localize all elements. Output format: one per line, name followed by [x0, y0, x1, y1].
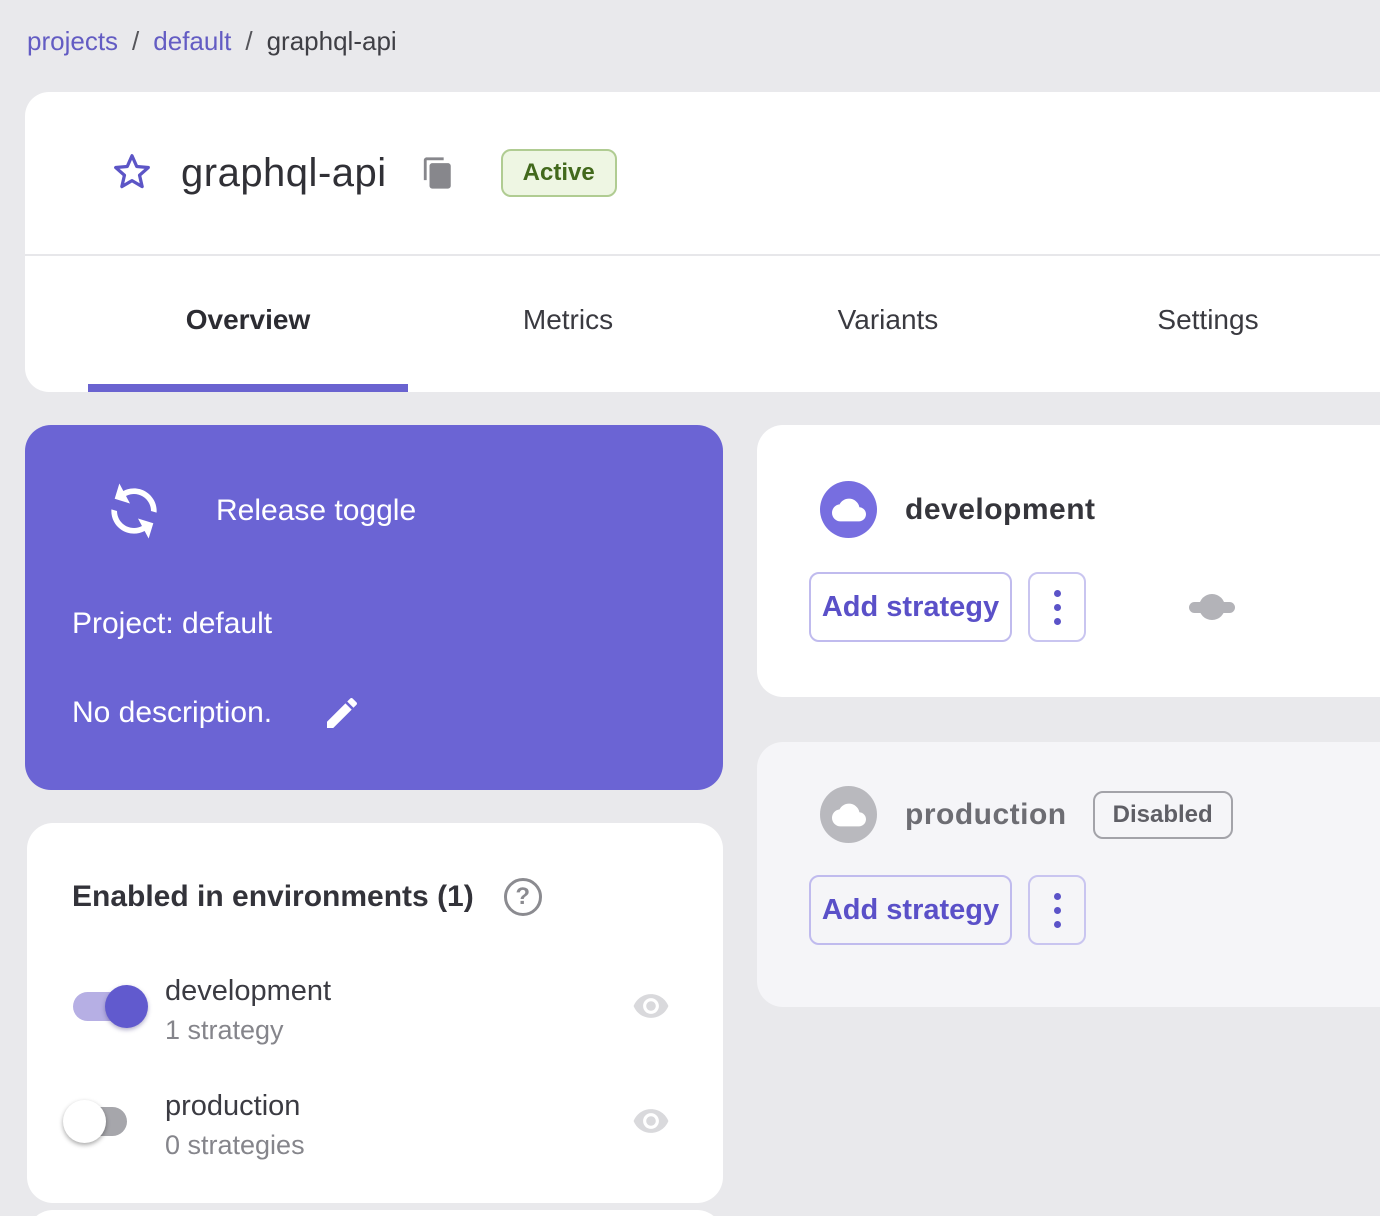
- enabled-environments-panel: Enabled in environments (1) ? developmen…: [27, 823, 723, 1203]
- tab-settings[interactable]: Settings: [1048, 256, 1368, 384]
- breadcrumb-separator: /: [132, 26, 140, 56]
- help-icon[interactable]: ?: [503, 878, 542, 916]
- environment-strategy-count: 1 strategy: [165, 1015, 284, 1045]
- add-strategy-button[interactable]: Add strategy: [809, 572, 1012, 642]
- kebab-icon: [1053, 892, 1061, 900]
- feature-type-row: Release toggle: [100, 477, 416, 545]
- environment-menu-button[interactable]: [1028, 572, 1086, 642]
- visibility-eye-icon: [627, 987, 675, 1025]
- environment-card-production: production Disabled Add strategy: [757, 742, 1380, 1007]
- environment-toggle-development[interactable]: [1189, 591, 1235, 623]
- active-tab-indicator: [88, 384, 408, 392]
- environment-name: production: [905, 797, 1067, 831]
- tab-overview[interactable]: Overview: [88, 256, 408, 384]
- favorite-button[interactable]: [109, 150, 155, 196]
- environment-actions: Add strategy: [809, 572, 1086, 642]
- environment-switch-development[interactable]: [73, 985, 148, 1028]
- environment-row-name: development: [165, 975, 332, 1007]
- breadcrumb-projects-link[interactable]: projects: [27, 26, 118, 57]
- feature-summary-card: Release toggle Project: default No descr…: [25, 425, 723, 790]
- next-panel-peek: [27, 1210, 723, 1216]
- environment-actions: Add strategy: [809, 875, 1086, 945]
- feature-tabs: Overview Metrics Variants Settings: [88, 256, 1368, 384]
- environment-header: development: [820, 481, 1096, 538]
- kebab-icon: [1053, 589, 1061, 597]
- add-strategy-button[interactable]: Add strategy: [809, 875, 1012, 945]
- release-toggle-icon: [111, 483, 157, 539]
- breadcrumb-separator: /: [245, 26, 253, 56]
- environment-switch-production[interactable]: [63, 1100, 138, 1143]
- tab-metrics[interactable]: Metrics: [408, 256, 728, 384]
- panel-title: Enabled in environments (1): [72, 880, 474, 913]
- breadcrumb-default-link[interactable]: default: [153, 26, 231, 57]
- environment-avatar: [820, 481, 877, 538]
- status-badge: Active: [500, 149, 617, 197]
- copy-name-button[interactable]: [421, 156, 455, 190]
- breadcrumb-current: graphql-api: [266, 26, 397, 56]
- feature-header-card: graphql-api Active Overview Metrics Vari…: [25, 92, 1380, 392]
- breadcrumb: projects / default / graphql-api: [27, 26, 397, 57]
- environment-card-development: development Add strategy: [757, 425, 1380, 697]
- environment-row-name: production: [165, 1090, 301, 1122]
- feature-description: No description.: [72, 696, 273, 729]
- environment-row-development: development 1 strategy: [27, 975, 723, 1055]
- star-icon: [114, 154, 150, 189]
- tab-variants[interactable]: Variants: [728, 256, 1048, 384]
- environment-header: production Disabled: [820, 786, 1233, 843]
- feature-header-row: graphql-api Active: [25, 92, 1380, 254]
- environment-row-production: production 0 strategies: [27, 1090, 723, 1170]
- environment-menu-button[interactable]: [1028, 875, 1086, 945]
- page-title: graphql-api: [181, 150, 387, 195]
- feature-project-label: Project: default: [72, 607, 273, 640]
- cloud-icon: [831, 498, 866, 521]
- environment-strategy-count: 0 strategies: [165, 1130, 305, 1160]
- visibility-eye-icon: [627, 1102, 675, 1140]
- environment-avatar: [820, 786, 877, 843]
- panel-header: Enabled in environments (1) ?: [72, 878, 542, 916]
- feature-type-label: Release toggle: [216, 494, 417, 527]
- edit-pencil-icon: [327, 697, 358, 728]
- feature-description-row: No description.: [72, 693, 362, 733]
- feature-overview-page: projects / default / graphql-api graphql…: [0, 0, 1380, 1216]
- cloud-icon: [831, 803, 866, 826]
- copy-icon: [423, 157, 451, 189]
- disabled-badge: Disabled: [1092, 790, 1233, 839]
- edit-description-button[interactable]: [322, 693, 362, 733]
- environment-name: development: [905, 492, 1096, 526]
